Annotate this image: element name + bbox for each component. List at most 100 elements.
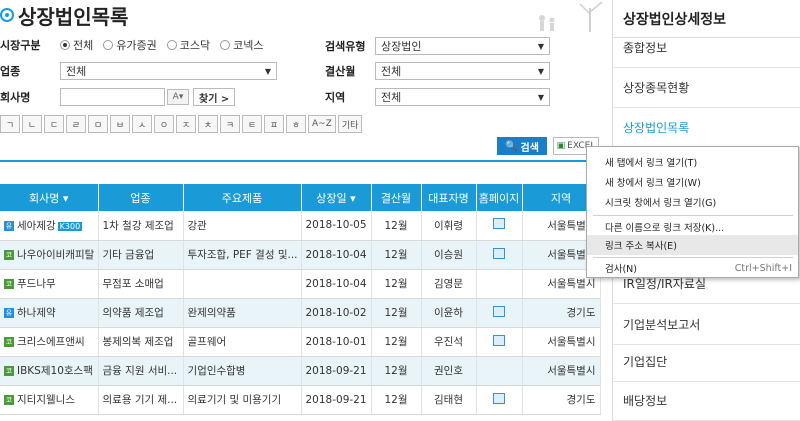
home-icon[interactable] bbox=[493, 218, 505, 230]
date-cell: 2018-10-02 bbox=[301, 298, 372, 328]
homepage-cell[interactable] bbox=[476, 240, 523, 270]
search-type-row: 검색유형 상장법인 ▼ bbox=[325, 37, 550, 55]
consonant-button[interactable]: ㄴ bbox=[22, 115, 42, 133]
date-cell: 2018-10-04 bbox=[301, 240, 372, 270]
table-header-row: 회사명 ▾ 업종 주요제품 상장일 ▾ 결산월 대표자명 홈페이지 지역 bbox=[0, 184, 601, 211]
consonant-button[interactable]: ㅇ bbox=[154, 115, 174, 133]
menu-separator bbox=[593, 215, 793, 216]
sidebar-item-groups[interactable]: 기업집단 bbox=[613, 342, 800, 382]
homepage-cell[interactable] bbox=[476, 211, 523, 241]
company-label: 회사명 bbox=[0, 91, 31, 104]
month-cell: 12월 bbox=[371, 298, 422, 328]
search-button[interactable]: 🔍 검색 bbox=[497, 137, 547, 155]
autocomplete-toggle-button[interactable]: A ▾ bbox=[167, 89, 189, 105]
industry-cell: 1차 철강 제조업 bbox=[98, 211, 184, 241]
consonant-button[interactable]: ㅂ bbox=[110, 115, 130, 133]
industry-cell: 의약품 제조업 bbox=[98, 298, 184, 328]
month-cell: 12월 bbox=[371, 356, 422, 386]
region-cell: 서울특별시 bbox=[522, 356, 601, 386]
sidebar-item-listed-stocks[interactable]: 상장종목현황 bbox=[613, 68, 800, 108]
company-name-cell[interactable]: 코 크리스에프앤씨 bbox=[0, 327, 99, 357]
company-name-input[interactable] bbox=[60, 88, 165, 106]
company-name-cell[interactable]: 코 나우아이비캐피탈 bbox=[0, 240, 99, 270]
home-icon[interactable] bbox=[493, 334, 505, 346]
settlement-select[interactable]: 전체 ▼ bbox=[375, 62, 550, 80]
consonant-button[interactable]: ㄷ bbox=[44, 115, 64, 133]
find-button[interactable]: 찾기 > bbox=[193, 88, 236, 106]
industry-select[interactable]: 전체 ▼ bbox=[60, 62, 277, 80]
settlement-row: 결산월 전체 ▼ bbox=[325, 62, 550, 80]
chevron-down-icon: ▼ bbox=[537, 92, 544, 102]
consonant-filter-bar: ㄱ ㄴ ㄷ ㄹ ㅁ ㅂ ㅅ ㅇ ㅈ ㅊ ㅋ ㅌ ㅍ ㅎ A~Z 기타 bbox=[0, 115, 363, 133]
consonant-button[interactable]: ㅎ bbox=[286, 115, 306, 133]
radio-dot bbox=[220, 40, 231, 50]
consonant-button[interactable]: ㄱ bbox=[0, 115, 20, 133]
consonant-button[interactable]: ㅈ bbox=[176, 115, 196, 133]
home-icon[interactable] bbox=[493, 305, 505, 317]
kospi-market-icon: 유 bbox=[4, 220, 14, 231]
consonant-button[interactable]: ㄹ bbox=[66, 115, 86, 133]
region-select[interactable]: 전체 ▼ bbox=[375, 88, 550, 106]
radio-kosdaq[interactable]: 코스닥 bbox=[166, 37, 210, 53]
menu-open-incognito[interactable]: 시크릿 창에서 링크 열기(G) bbox=[587, 192, 798, 212]
home-icon[interactable] bbox=[493, 392, 505, 404]
company-name-cell[interactable]: 코 지티지웰니스 bbox=[0, 385, 99, 415]
radio-dot bbox=[166, 40, 177, 50]
company-name-cell[interactable]: 유 세아제강 K300 bbox=[0, 211, 99, 241]
consonant-button[interactable]: ㅌ bbox=[242, 115, 262, 133]
consonant-button[interactable]: A~Z bbox=[308, 115, 336, 133]
region-row: 지역 전체 ▼ bbox=[325, 88, 550, 106]
menu-save-link-as[interactable]: 다른 이름으로 링크 저장(K)... bbox=[587, 217, 798, 237]
region-label: 지역 bbox=[325, 91, 346, 104]
homepage-cell[interactable] bbox=[476, 327, 523, 357]
company-table: 회사명 ▾ 업종 주요제품 상장일 ▾ 결산월 대표자명 홈페이지 지역 유 세아… bbox=[0, 184, 601, 415]
menu-copy-link-address[interactable]: 링크 주소 복사(E) bbox=[587, 235, 798, 255]
consonant-button[interactable]: ㅅ bbox=[132, 115, 152, 133]
product-cell: 강관 bbox=[183, 211, 302, 241]
menu-inspect[interactable]: 검사(N) Ctrl+Shift+I bbox=[587, 258, 798, 278]
radio-konex[interactable]: 코넥스 bbox=[220, 37, 263, 53]
col-listing-date[interactable]: 상장일 ▾ bbox=[301, 184, 372, 211]
table-row: 코 푸드나무 무점포 소매업 2018-10-04 12월 김영문 서울특별시 bbox=[0, 269, 601, 299]
industry-cell: 의료용 기기 제... bbox=[98, 385, 184, 415]
homepage-cell[interactable] bbox=[476, 385, 523, 415]
ceo-cell: 우진석 bbox=[421, 327, 477, 357]
homepage-cell[interactable] bbox=[476, 298, 523, 328]
homepage-cell bbox=[476, 356, 523, 386]
product-cell: 기업인수합병 bbox=[183, 356, 302, 386]
search-type-select[interactable]: 상장법인 ▼ bbox=[375, 37, 550, 55]
consonant-button[interactable]: 기타 bbox=[337, 115, 363, 133]
market-label: 시장구분 bbox=[0, 39, 41, 52]
sidebar-item-reports[interactable]: 기업분석보고서 bbox=[613, 305, 800, 345]
ceo-cell: 김태현 bbox=[421, 385, 477, 415]
sidebar-item-overview[interactable]: 종합정보 bbox=[613, 28, 800, 68]
tree-illustration-icon bbox=[520, 0, 612, 32]
consonant-button[interactable]: ㅁ bbox=[88, 115, 108, 133]
sidebar-item-listed-companies[interactable]: 상장법인목록 bbox=[613, 108, 800, 148]
sidebar-item-dividends[interactable]: 배당정보 bbox=[613, 381, 800, 421]
menu-open-new-window[interactable]: 새 창에서 링크 열기(W) bbox=[587, 172, 798, 192]
month-cell: 12월 bbox=[371, 240, 422, 270]
region-cell: 경기도 bbox=[522, 385, 601, 415]
col-company-name[interactable]: 회사명 ▾ bbox=[0, 184, 99, 211]
consonant-button[interactable]: ㅊ bbox=[198, 115, 218, 133]
radio-kospi[interactable]: 유가증권 bbox=[103, 37, 157, 53]
region-cell: 경기도 bbox=[522, 298, 601, 328]
company-name-cell[interactable]: 코 IBKS제10호스팩 bbox=[0, 356, 99, 386]
date-cell: 2018-09-21 bbox=[301, 356, 372, 386]
homepage-cell bbox=[476, 269, 523, 299]
home-icon[interactable] bbox=[493, 247, 505, 259]
title-bullet-icon bbox=[0, 8, 14, 22]
month-cell: 12월 bbox=[371, 269, 422, 299]
company-name-cell[interactable]: 코 푸드나무 bbox=[0, 269, 99, 299]
company-name-cell[interactable]: 유 하나제약 bbox=[0, 298, 99, 328]
ceo-cell: 이윤하 bbox=[421, 298, 477, 328]
radio-all[interactable]: 전체 bbox=[60, 37, 93, 53]
page-title: 상장법인목록 bbox=[0, 0, 128, 30]
consonant-button[interactable]: ㅍ bbox=[264, 115, 284, 133]
search-type-label: 검색유형 bbox=[325, 40, 366, 53]
col-homepage: 홈페이지 bbox=[476, 184, 523, 211]
menu-open-new-tab[interactable]: 새 탭에서 링크 열기(T) bbox=[587, 152, 798, 172]
industry-cell: 봉제의복 제조업 bbox=[98, 327, 184, 357]
consonant-button[interactable]: ㅋ bbox=[220, 115, 240, 133]
